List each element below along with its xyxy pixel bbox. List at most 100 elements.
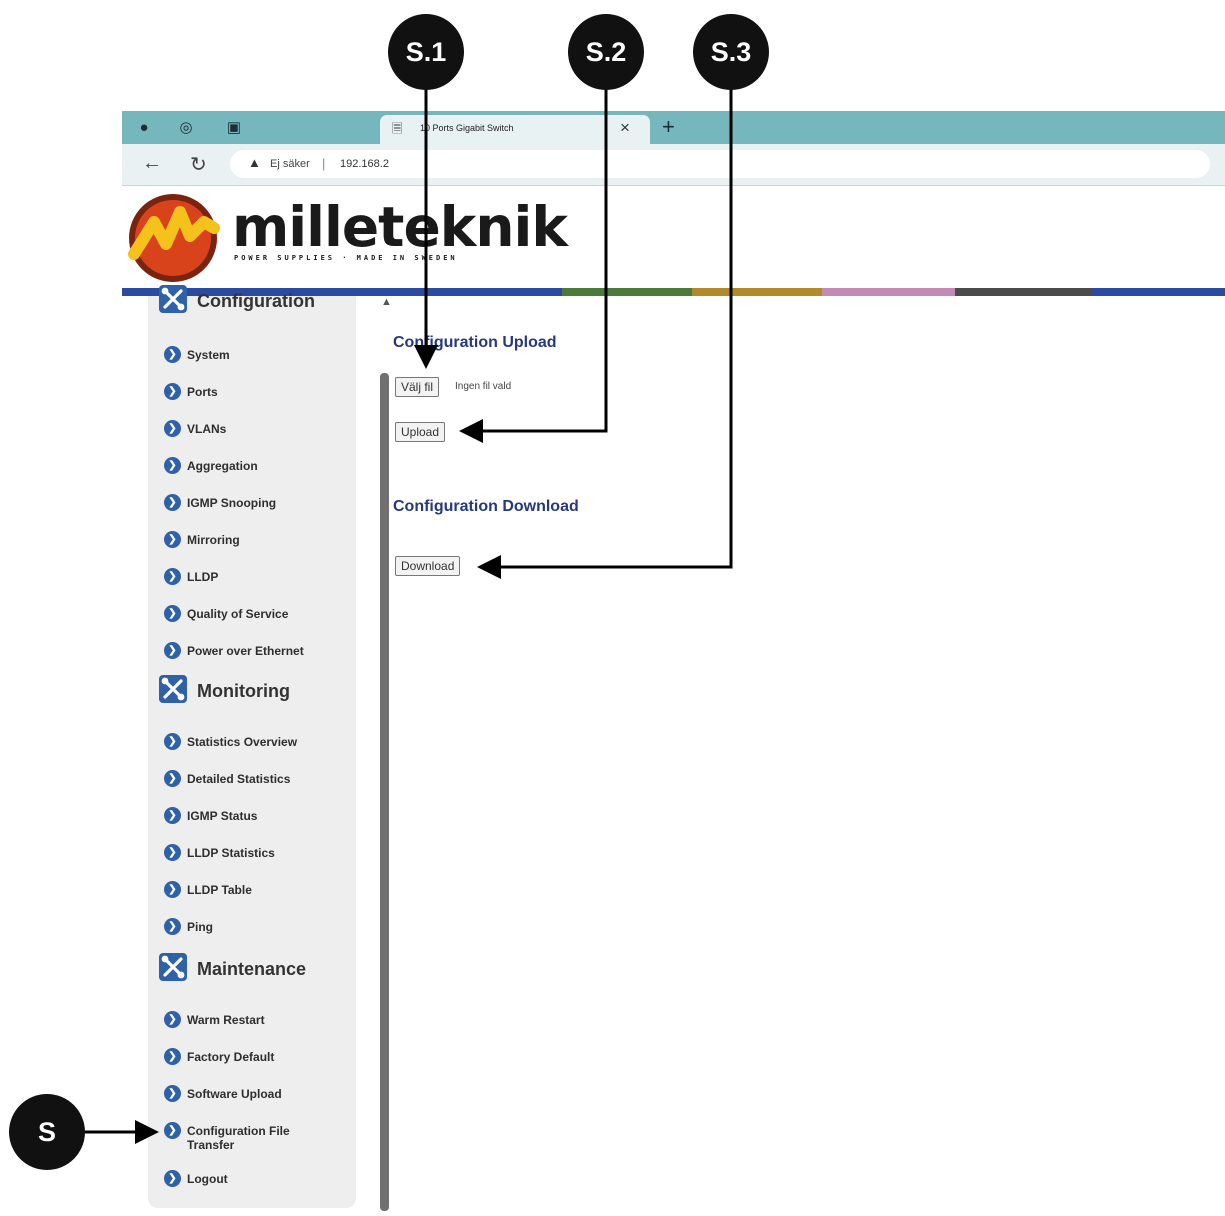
sidebar-item-label: Warm Restart (187, 1013, 265, 1027)
sidebar: Configuration ❯ System ❯ Ports ❯ VLANs ❯ Aggrega… (148, 284, 356, 1208)
sidebar-item-label: Software Upload (187, 1087, 282, 1101)
sidebar-item-system[interactable]: ❯ System (164, 346, 317, 363)
url-separator: | (322, 156, 326, 171)
sidebar-item-label: IGMP Status (187, 809, 258, 823)
sidebar-item-lldp-statistics[interactable]: ❯ LLDP Statistics (164, 844, 317, 861)
sidebar-item-label: Ports (187, 385, 218, 399)
sidebar-item-label: Power over Ethernet (187, 644, 304, 658)
sidebar-item-label: Ping (187, 920, 213, 934)
download-button[interactable]: Download (395, 556, 461, 576)
sidebar-item-vlans[interactable]: ❯ VLANs (164, 420, 317, 437)
sidebar-item-label: LLDP (187, 570, 219, 584)
sidebar-item-igmp-status[interactable]: ❯ IGMP Status (164, 807, 317, 824)
arrow-bullet-icon: ❯ (164, 642, 181, 659)
new-tab-icon[interactable]: + (662, 114, 675, 140)
sidebar-section-monitoring: Monitoring (158, 674, 290, 708)
callout-s2: S.2 (568, 14, 644, 90)
arrow-bullet-icon: ❯ (164, 1170, 181, 1187)
address-bar-row: ← ↻ ▲ Ej säker | 192.168.2 (122, 144, 1225, 186)
sidebar-item-detailed-statistics[interactable]: ❯ Detailed Statistics (164, 770, 317, 787)
sidebar-item-software-upload[interactable]: ❯ Software Upload (164, 1085, 317, 1102)
sidebar-item-label: Logout (187, 1172, 228, 1186)
tab-actions-icon[interactable]: ▣ (224, 118, 244, 138)
brand-tagline: POWER SUPPLIES · MADE IN SWEDEN (234, 254, 458, 262)
scrollbar[interactable] (380, 373, 389, 1211)
arrow-bullet-icon: ❯ (164, 807, 181, 824)
stripe-segment (562, 288, 692, 296)
sidebar-item-configuration-file-transfer[interactable]: ❯ Configuration File Transfer (164, 1122, 317, 1152)
upload-heading: Configuration Upload (393, 334, 557, 351)
sidebar-item-label: LLDP Statistics (187, 846, 275, 860)
arrow-bullet-icon: ❯ (164, 420, 181, 437)
sidebar-item-label: System (187, 348, 230, 362)
sidebar-item-igmp-snooping[interactable]: ❯ IGMP Snooping (164, 494, 317, 511)
arrow-bullet-icon: ❯ (164, 457, 181, 474)
sidebar-item-label: VLANs (187, 422, 227, 436)
tools-icon (158, 674, 188, 709)
tools-icon (158, 284, 188, 319)
arrow-bullet-icon: ❯ (164, 918, 181, 935)
sidebar-item-logout[interactable]: ❯ Logout (164, 1170, 317, 1187)
sidebar-item-lldp[interactable]: ❯ LLDP (164, 568, 317, 585)
close-tab-icon[interactable]: × (620, 118, 630, 138)
collections-icon[interactable]: ◎ (176, 118, 196, 138)
arrow-bullet-icon: ❯ (164, 531, 181, 548)
arrow-bullet-icon: ❯ (164, 1122, 181, 1139)
sidebar-item-power-over-ethernet[interactable]: ❯ Power over Ethernet (164, 642, 317, 659)
callout-s3: S.3 (693, 14, 769, 90)
stripe-segment (692, 288, 822, 296)
no-file-text: Ingen fil vald (455, 381, 512, 392)
scroll-up-arrow-icon[interactable]: ▲ (381, 296, 392, 308)
upload-button[interactable]: Upload (395, 422, 446, 442)
reload-icon[interactable]: ↻ (190, 152, 207, 177)
stripe-segment (955, 288, 1092, 296)
arrow-bullet-icon: ❯ (164, 770, 181, 787)
sidebar-section-label: Maintenance (197, 958, 307, 979)
tab-title: 10 Ports Gigabit Switch (420, 123, 514, 133)
sidebar-item-ping[interactable]: ❯ Ping (164, 918, 317, 935)
arrow-bullet-icon: ❯ (164, 1048, 181, 1065)
sidebar-item-warm-restart[interactable]: ❯ Warm Restart (164, 1011, 317, 1028)
arrow-bullet-icon: ❯ (164, 605, 181, 622)
sidebar-item-label: Factory Default (187, 1050, 275, 1064)
arrow-bullet-icon: ❯ (164, 733, 181, 750)
sidebar-item-lldp-table[interactable]: ❯ LLDP Table (164, 881, 317, 898)
arrow-bullet-icon: ❯ (164, 568, 181, 585)
security-label[interactable]: Ej säker (270, 158, 310, 170)
browser-tab[interactable]: 🗏 10 Ports Gigabit Switch × (380, 115, 650, 144)
callout-s: S (9, 1094, 85, 1170)
sidebar-item-label: Aggregation (187, 459, 258, 473)
profile-icon[interactable]: ● (134, 118, 154, 138)
stripe-segment (822, 288, 955, 296)
url-text[interactable]: 192.168.2 (340, 158, 389, 170)
sidebar-item-label: Mirroring (187, 533, 240, 547)
arrow-bullet-icon: ❯ (164, 1085, 181, 1102)
sidebar-section-label: Configuration (197, 290, 315, 311)
callout-s1: S.1 (388, 14, 464, 90)
sidebar-item-label: LLDP Table (187, 883, 252, 897)
arrow-bullet-icon: ❯ (164, 494, 181, 511)
sidebar-item-statistics-overview[interactable]: ❯ Statistics Overview (164, 733, 317, 750)
tools-icon (158, 952, 188, 987)
back-arrow-icon[interactable]: ← (142, 152, 162, 175)
milleteknik-logo-icon (128, 194, 220, 282)
arrow-bullet-icon: ❯ (164, 383, 181, 400)
sidebar-item-quality-of-service[interactable]: ❯ Quality of Service (164, 605, 317, 622)
brand-name: milleteknik (232, 195, 568, 259)
browser-tab-bar: ● ◎ ▣ 🗏 10 Ports Gigabit Switch × + (122, 111, 1225, 144)
stripe-segment (1092, 288, 1225, 296)
sidebar-item-ports[interactable]: ❯ Ports (164, 383, 317, 400)
address-input[interactable]: ▲ Ej säker | 192.168.2 (230, 150, 1210, 178)
sidebar-item-mirroring[interactable]: ❯ Mirroring (164, 531, 317, 548)
sidebar-section-maintenance: Maintenance (158, 952, 306, 986)
sidebar-item-factory-default[interactable]: ❯ Factory Default (164, 1048, 317, 1065)
warning-icon[interactable]: ▲ (248, 155, 261, 170)
choose-file-button[interactable]: Välj fil (395, 377, 440, 397)
sidebar-item-aggregation[interactable]: ❯ Aggregation (164, 457, 317, 474)
sidebar-section-configuration: Configuration (158, 284, 315, 318)
sidebar-section-label: Monitoring (197, 680, 290, 701)
sidebar-item-label: Detailed Statistics (187, 772, 291, 786)
download-heading: Configuration Download (393, 498, 579, 515)
arrow-bullet-icon: ❯ (164, 1011, 181, 1028)
arrow-bullet-icon: ❯ (164, 346, 181, 363)
